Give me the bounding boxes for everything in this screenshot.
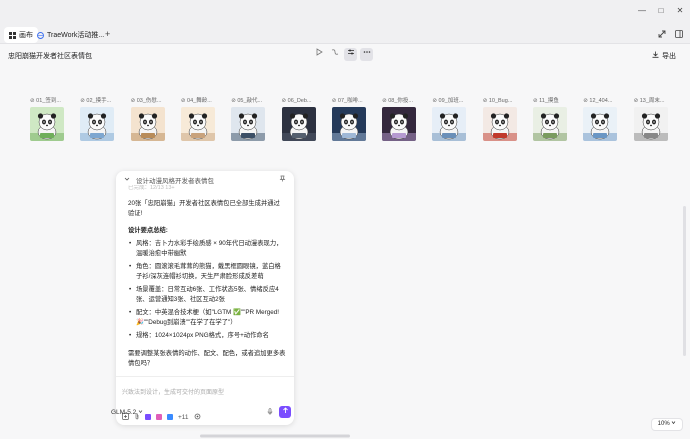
message-intro: 20张「忠阳崩猫」开发者社区表情包已全部生成并通过验证! bbox=[128, 200, 280, 217]
list-item: 场景覆盖：日常互动6张、工作状态5张、情绪反应4张、运营通知3张、社区互动2张 bbox=[128, 285, 286, 305]
chevron-down-icon[interactable] bbox=[124, 176, 130, 184]
panda-sticker-image bbox=[633, 107, 668, 141]
play-icon[interactable] bbox=[312, 48, 325, 61]
panda-sticker-image bbox=[482, 107, 517, 141]
chat-message: 已完成：12/13 13+ 20张「忠阳崩猫」开发者社区表情包已全部生成并通过验… bbox=[128, 185, 286, 369]
download-icon bbox=[652, 51, 659, 61]
model-selector[interactable]: GLM-5.2 bbox=[111, 409, 143, 416]
panda-sticker-image bbox=[331, 107, 366, 141]
tab-label: 画布 bbox=[19, 32, 33, 39]
minimize-button[interactable]: — bbox=[637, 6, 647, 16]
thumbnail-label: ⊘ 03_伤慰... bbox=[130, 98, 162, 104]
thumbnail-label: ⊘ 10_Bug... bbox=[482, 98, 513, 104]
thumbnail-label: ⊘ 05_敲代... bbox=[231, 98, 263, 104]
panda-sticker-image bbox=[432, 107, 467, 141]
thumbnail-label: ⊘ 08_你投... bbox=[382, 98, 413, 104]
sticker-thumbnail[interactable]: ⊘ 02_摸手... bbox=[80, 97, 115, 141]
chevron-down-icon bbox=[138, 409, 143, 416]
tab-label: TraeWork活动推... bbox=[47, 32, 105, 39]
microphone-icon[interactable] bbox=[267, 408, 273, 417]
panda-sticker-image bbox=[180, 107, 215, 141]
sticker-thumbnail[interactable]: ⊘ 06_Deb... bbox=[281, 97, 316, 141]
thumbnail-label: ⊘ 01_签到... bbox=[30, 98, 61, 104]
panda-sticker-image bbox=[382, 107, 417, 141]
globe-icon bbox=[37, 31, 44, 39]
pin-icon[interactable] bbox=[279, 175, 286, 184]
composer-toolbar: +11 bbox=[122, 411, 290, 423]
panda-sticker-image bbox=[533, 107, 567, 141]
grid-icon bbox=[9, 31, 16, 39]
chevron-down-icon bbox=[671, 421, 676, 427]
sticker-thumbnail[interactable]: ⊘ 04_舞龄... bbox=[180, 97, 215, 141]
sticker-thumbnail[interactable]: ⊘ 13_周末... bbox=[633, 97, 668, 141]
list-item: 角色：圆滚滚毛茸茸的熊猫，戴黑框圆眼镜，蓝白格子衫/深灰连帽衫切换，天生严肃脸形… bbox=[128, 262, 286, 282]
tool-icon-blue[interactable] bbox=[167, 414, 173, 420]
tool-count[interactable]: +11 bbox=[178, 414, 189, 421]
page-header: 忠阳崩猫开发者社区表情包 导出 bbox=[0, 45, 690, 65]
thumbnail-label: ⊘ 09_加班... bbox=[432, 98, 464, 104]
summary-title: 设计要点总结: bbox=[128, 227, 168, 234]
thumbnail-label: ⊘ 06_Deb... bbox=[281, 98, 312, 104]
chat-composer: 兴致法到设计，生成可交付的页面原型 +11 bbox=[116, 376, 294, 425]
sidebar-toggle-icon[interactable] bbox=[673, 30, 684, 41]
message-question: 需要调整某张表情的动作、配文、配色，或者追加更多表情包吗？ bbox=[128, 350, 286, 367]
thumbnail-label: ⊘ 02_摸手... bbox=[80, 98, 112, 104]
sticker-thumbnail[interactable]: ⊘ 11_摸鱼 bbox=[533, 97, 567, 141]
sticker-thumbnail[interactable]: ⊘ 03_伤慰... bbox=[130, 97, 165, 141]
export-label: 导出 bbox=[662, 53, 676, 60]
panda-sticker-image bbox=[231, 107, 266, 141]
chat-header-title: 设计动漫风格开发者表情包 bbox=[136, 177, 214, 185]
panda-sticker-image bbox=[281, 107, 316, 141]
zoom-value: 10% bbox=[657, 421, 670, 427]
canvas-toolbar bbox=[312, 48, 373, 61]
thumbnail-label: ⊘ 11_摸鱼 bbox=[533, 98, 559, 104]
adjust-icon[interactable] bbox=[344, 48, 357, 61]
canvas-area[interactable]: ⊘ 01_签到... ⊘ 02_摸手... ⊘ 03_伤慰... ⊘ 04_舞龄...… bbox=[0, 66, 690, 439]
thumbnail-label: ⊘ 13_周末... bbox=[633, 98, 665, 104]
sticker-thumbnail[interactable]: ⊘ 10_Bug... bbox=[482, 97, 517, 141]
tab-traework[interactable]: TraeWork活动推... bbox=[32, 27, 109, 43]
page-title: 忠阳崩猫开发者社区表情包 bbox=[8, 53, 92, 60]
maximize-button[interactable]: □ bbox=[656, 6, 666, 16]
export-button[interactable]: 导出 bbox=[652, 51, 676, 61]
list-item: 配文：中英混合技术梗（如"LGTM ✅""PR Merged! 🎉""Debug… bbox=[128, 308, 286, 328]
add-tab-button[interactable]: + bbox=[105, 29, 110, 39]
path-icon[interactable] bbox=[328, 48, 341, 61]
faded-status-line: 已完成：12/13 13+ bbox=[128, 185, 175, 191]
sticker-thumbnail[interactable]: ⊘ 08_你投... bbox=[382, 97, 417, 141]
horizontal-scrollbar[interactable] bbox=[0, 433, 690, 439]
sticker-thumbnail[interactable]: ⊘ 01_签到... bbox=[30, 97, 64, 141]
thumbnail-label: ⊘ 12_404... bbox=[583, 98, 613, 104]
collapse-icon[interactable] bbox=[656, 30, 667, 41]
title-bar: — □ ✕ bbox=[0, 0, 690, 26]
settings-icon[interactable] bbox=[194, 413, 201, 422]
panda-sticker-image bbox=[130, 107, 165, 141]
zoom-level[interactable]: 10% bbox=[651, 418, 683, 431]
tool-icon-pink[interactable] bbox=[156, 414, 162, 420]
list-item: 风格：吉卜力水彩手绘质感 × 90年代日动漫表现力，温暖治愈中带幽默 bbox=[128, 239, 286, 259]
send-button[interactable] bbox=[279, 406, 291, 418]
chat-panel: 设计动漫风格开发者表情包 已完成：12/13 13+ 20张「忠阳崩猫」开发者社… bbox=[116, 171, 294, 425]
panda-sticker-image bbox=[80, 107, 115, 141]
tab-bar: 画布 TraeWork活动推... + bbox=[0, 26, 690, 44]
panda-sticker-image bbox=[30, 107, 64, 141]
sticker-thumbnail[interactable]: ⊘ 09_加班... bbox=[432, 97, 467, 141]
chat-input[interactable]: 兴致法到设计，生成可交付的页面原型 bbox=[122, 387, 224, 396]
thumbnail-label: ⊘ 04_舞龄... bbox=[180, 98, 212, 104]
sticker-thumbnail[interactable]: ⊘ 12_404... bbox=[583, 97, 618, 141]
sticker-thumbnail[interactable]: ⊘ 07_咖啡... bbox=[331, 97, 366, 141]
vertical-scrollbar[interactable] bbox=[683, 206, 686, 356]
model-name: GLM-5.2 bbox=[111, 409, 137, 416]
tool-icon-purple[interactable] bbox=[145, 414, 151, 420]
thumbnail-label: ⊘ 07_咖啡... bbox=[331, 98, 363, 104]
list-item: 规格：1024×1024px PNG格式，序号+动作命名 bbox=[128, 331, 286, 341]
close-button[interactable]: ✕ bbox=[675, 6, 685, 16]
sticker-thumbnail[interactable]: ⊘ 05_敲代... bbox=[231, 97, 266, 141]
panda-sticker-image bbox=[583, 107, 618, 141]
more-icon[interactable] bbox=[360, 48, 373, 61]
